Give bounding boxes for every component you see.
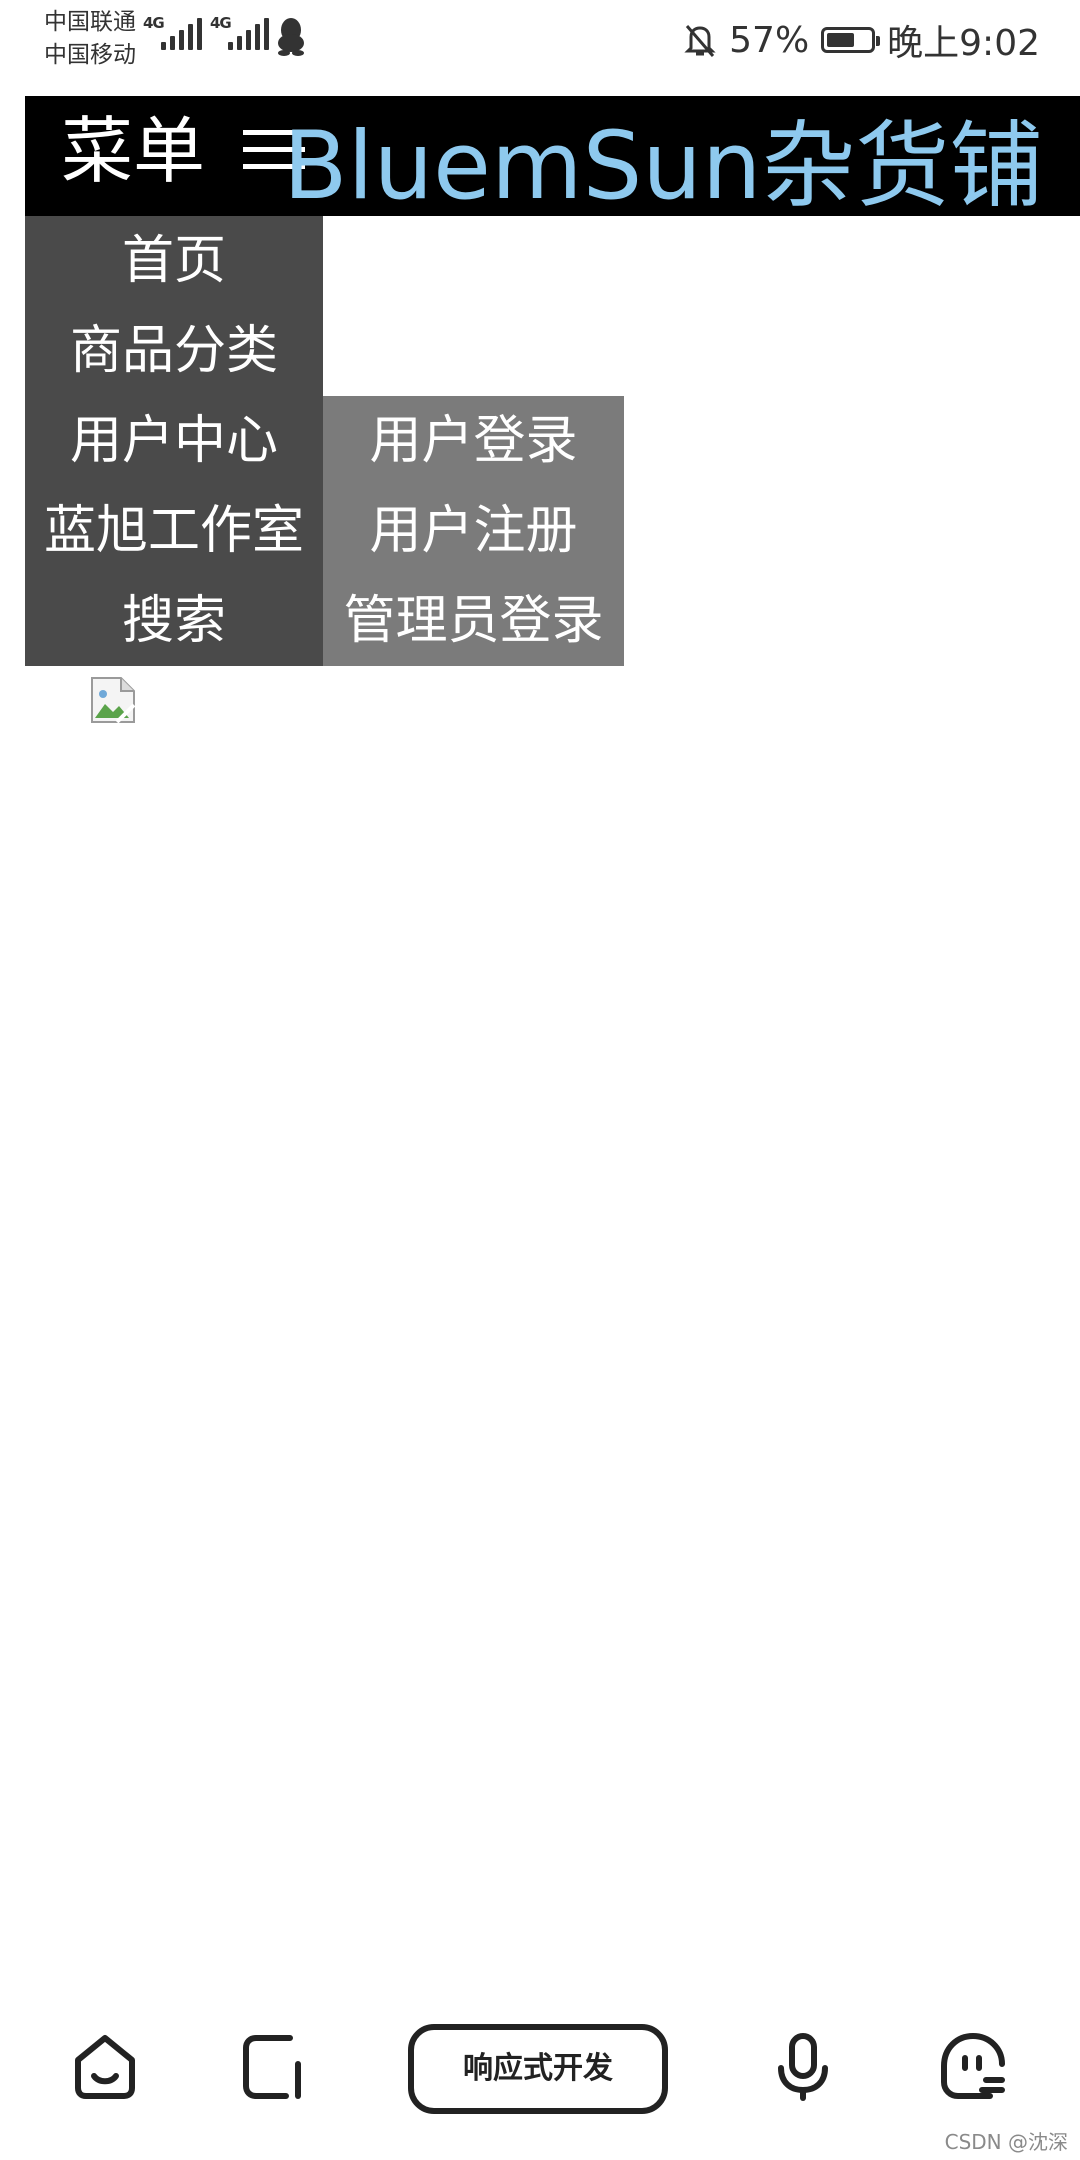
- home-face-icon[interactable]: [70, 2030, 140, 2102]
- user-center-submenu: 用户登录 用户注册 管理员登录: [323, 396, 624, 666]
- bottom-bar: 响应式开发: [0, 2000, 1080, 2140]
- browser-mode-button[interactable]: 响应式开发: [408, 2024, 668, 2114]
- mute-bell-icon: [684, 25, 716, 57]
- status-right: 57% 晚上9:02: [683, 14, 1040, 66]
- carrier-labels: 中国联通 中国移动: [44, 6, 136, 72]
- carrier-2: 中国移动: [44, 42, 136, 68]
- tabs-icon[interactable]: [238, 2030, 308, 2102]
- site-title: BluemSun杂货铺: [283, 112, 1044, 221]
- clock: 晚上9:02: [887, 23, 1040, 64]
- submenu-item-user-login[interactable]: 用户登录: [323, 396, 624, 486]
- signal-icon: 4G: [210, 14, 270, 56]
- qq-icon: [278, 18, 304, 56]
- battery-icon: [821, 27, 881, 53]
- assistant-face-icon[interactable]: [938, 2030, 1008, 2102]
- nav-item-home[interactable]: 首页: [25, 216, 323, 306]
- site-header: 菜单 BluemSun杂货铺: [25, 96, 1080, 221]
- microphone-icon[interactable]: [768, 2030, 838, 2102]
- nav-item-categories[interactable]: 商品分类: [25, 306, 323, 396]
- battery-percent: 57%: [729, 19, 810, 61]
- nav-item-user-center[interactable]: 用户中心: [25, 396, 323, 486]
- status-bar: 中国联通 中国移动 4G 4G 57% 晚上9:02: [0, 0, 1080, 90]
- signal-icon: 4G: [143, 14, 203, 56]
- watermark: CSDN @沈深: [944, 2130, 1068, 2154]
- submenu-item-admin-login[interactable]: 管理员登录: [323, 576, 624, 666]
- nav-item-search[interactable]: 搜索: [25, 576, 323, 666]
- carrier-1: 中国联通: [44, 9, 136, 35]
- submenu-item-user-register[interactable]: 用户注册: [323, 486, 624, 576]
- broken-image-icon: [91, 677, 136, 724]
- nav-item-studio[interactable]: 蓝旭工作室: [25, 486, 323, 576]
- nav-menu: 首页 商品分类 用户中心 蓝旭工作室 搜索: [25, 216, 323, 666]
- menu-toggle-label[interactable]: 菜单: [61, 108, 205, 194]
